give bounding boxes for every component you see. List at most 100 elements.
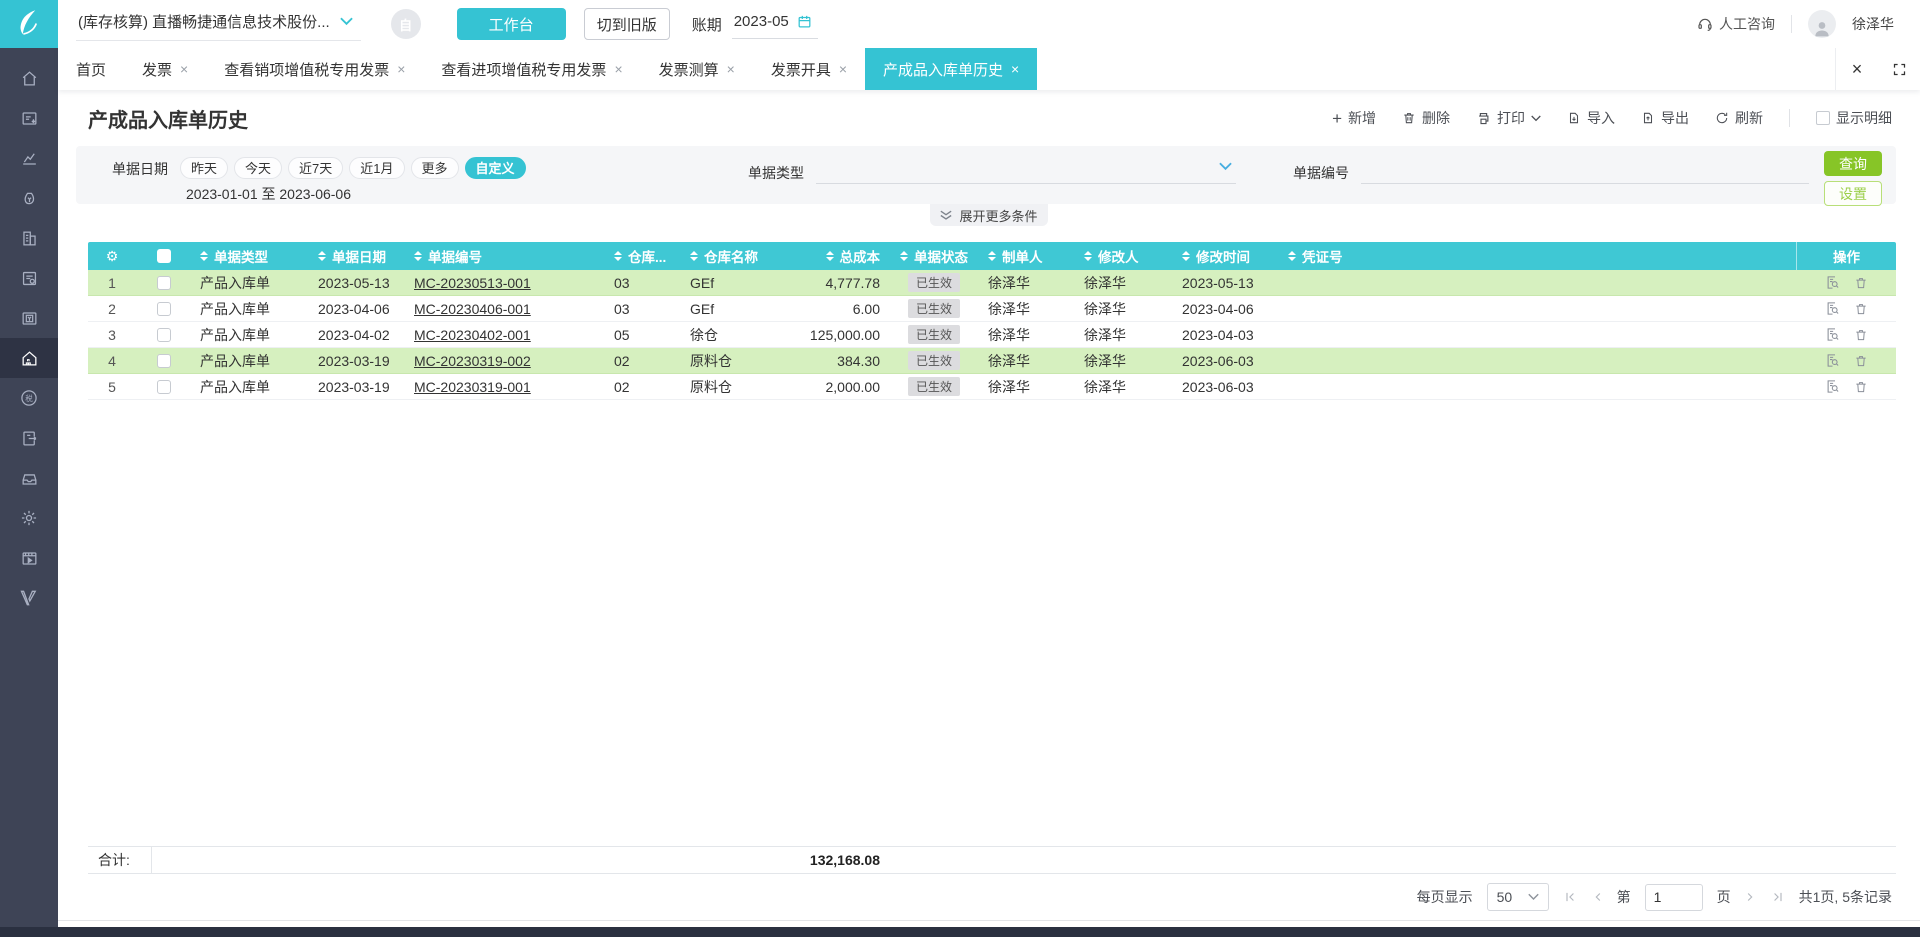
export-button[interactable]: 导出 — [1641, 108, 1689, 128]
col-warehouse-name[interactable]: 仓库名称 — [682, 246, 784, 266]
delete-row-icon[interactable] — [1854, 328, 1868, 342]
company-selector[interactable]: (库存核算) 直播畅捷通信息技术股份... — [76, 7, 361, 41]
page-number-input[interactable] — [1645, 884, 1703, 911]
sort-icon[interactable] — [690, 251, 698, 261]
doc-code-input[interactable] — [1361, 160, 1809, 184]
tab-invoice[interactable]: 发票× — [124, 48, 206, 90]
doc-code-link[interactable]: MC-20230319-002 — [414, 353, 531, 369]
tab-close-icon[interactable]: × — [397, 62, 405, 76]
close-all-tabs-icon[interactable]: × — [1836, 48, 1878, 90]
doc-code-link[interactable]: MC-20230513-001 — [414, 275, 531, 291]
sidebar-item-report[interactable] — [0, 258, 58, 298]
tab-close-icon[interactable]: × — [1011, 62, 1019, 76]
doc-type-select[interactable] — [816, 160, 1236, 184]
period-picker[interactable]: 2023-05 — [732, 9, 818, 39]
last-page-icon[interactable] — [1770, 890, 1785, 904]
workbench-button[interactable]: 工作台 — [457, 8, 566, 40]
sidebar-item-archive[interactable] — [0, 458, 58, 498]
sidebar-item-invoice[interactable] — [0, 98, 58, 138]
delete-row-icon[interactable] — [1854, 380, 1868, 394]
column-settings-gear-icon[interactable]: ⚙ — [106, 248, 119, 265]
view-voucher-icon[interactable] — [1825, 301, 1840, 316]
sort-icon[interactable] — [988, 251, 996, 261]
show-detail-toggle[interactable]: 显示明细 — [1816, 108, 1892, 128]
sidebar-item-cashier[interactable] — [0, 298, 58, 338]
import-button[interactable]: 导入 — [1567, 108, 1615, 128]
quick-1month[interactable]: 近1月 — [349, 157, 404, 179]
sidebar-item-tax[interactable]: 税 — [0, 378, 58, 418]
table-row[interactable]: 2 产品入库单 2023-04-06 MC-20230406-001 03 GE… — [88, 296, 1896, 322]
settings-button[interactable]: 设置 — [1824, 181, 1882, 206]
view-voucher-icon[interactable] — [1825, 353, 1840, 368]
col-status[interactable]: 单据状态 — [888, 246, 980, 266]
expand-more-button[interactable]: 展开更多条件 — [930, 204, 1048, 226]
tab-output-vat[interactable]: 查看销项增值税专用发票× — [206, 48, 423, 90]
add-button[interactable]: +新增 — [1332, 108, 1376, 128]
tab-invoice-calc[interactable]: 发票测算× — [641, 48, 753, 90]
quick-today[interactable]: 今天 — [234, 157, 282, 179]
table-row[interactable]: 5 产品入库单 2023-03-19 MC-20230319-001 02 原料… — [88, 374, 1896, 400]
col-type[interactable]: 单据类型 — [192, 246, 310, 266]
sort-icon[interactable] — [414, 251, 422, 261]
per-page-select[interactable]: 50 — [1487, 883, 1549, 911]
col-cost[interactable]: 总成本 — [784, 246, 888, 266]
tab-close-icon[interactable]: × — [614, 62, 622, 76]
table-row[interactable]: 4 产品入库单 2023-03-19 MC-20230319-002 02 原料… — [88, 348, 1896, 374]
search-button[interactable]: 查询 — [1824, 151, 1882, 176]
doc-code-link[interactable]: MC-20230402-001 — [414, 327, 531, 343]
username[interactable]: 徐泽华 — [1852, 14, 1894, 34]
avatar[interactable] — [1808, 10, 1836, 38]
tab-close-icon[interactable]: × — [180, 62, 188, 76]
sidebar-item-home[interactable] — [0, 58, 58, 98]
show-detail-checkbox[interactable] — [1816, 111, 1830, 125]
view-voucher-icon[interactable] — [1825, 275, 1840, 290]
sort-icon[interactable] — [826, 251, 834, 261]
col-warehouse-code[interactable]: 仓库... — [606, 246, 682, 266]
col-modifier[interactable]: 修改人 — [1076, 246, 1174, 266]
quick-7days[interactable]: 近7天 — [288, 157, 343, 179]
doc-code-link[interactable]: MC-20230319-001 — [414, 379, 531, 395]
quick-more[interactable]: 更多 — [411, 157, 459, 179]
quick-yesterday[interactable]: 昨天 — [180, 157, 228, 179]
refresh-button[interactable]: 刷新 — [1715, 108, 1763, 128]
sort-icon[interactable] — [200, 251, 208, 261]
col-modified-time[interactable]: 修改时间 — [1174, 246, 1280, 266]
delete-button[interactable]: 删除 — [1402, 108, 1450, 128]
prev-page-icon[interactable] — [1592, 890, 1603, 904]
sidebar-item-video[interactable] — [0, 538, 58, 578]
next-page-icon[interactable] — [1745, 890, 1756, 904]
sidebar-item-v-logo[interactable] — [0, 578, 58, 618]
sidebar-item-chart[interactable] — [0, 138, 58, 178]
table-row[interactable]: 3 产品入库单 2023-04-02 MC-20230402-001 05 徐仓… — [88, 322, 1896, 348]
col-date[interactable]: 单据日期 — [310, 246, 406, 266]
tab-input-vat[interactable]: 查看进项增值税专用发票× — [423, 48, 640, 90]
doc-code-link[interactable]: MC-20230406-001 — [414, 301, 531, 317]
sort-icon[interactable] — [1288, 251, 1296, 261]
tab-close-icon[interactable]: × — [839, 62, 847, 76]
memo-badge-icon[interactable]: 自 — [391, 9, 421, 39]
sort-icon[interactable] — [1084, 251, 1092, 261]
fullscreen-icon[interactable] — [1878, 48, 1920, 90]
sort-icon[interactable] — [614, 251, 622, 261]
select-all-checkbox[interactable] — [157, 249, 171, 263]
sidebar-item-warehouse[interactable] — [0, 338, 58, 378]
sidebar-item-money-bag[interactable] — [0, 178, 58, 218]
row-checkbox[interactable] — [157, 302, 171, 316]
col-creator[interactable]: 制单人 — [980, 246, 1076, 266]
date-range-value[interactable]: 2023-01-01 至 2023-06-06 — [186, 184, 1896, 204]
sidebar-item-company[interactable] — [0, 218, 58, 258]
row-checkbox[interactable] — [157, 380, 171, 394]
delete-row-icon[interactable] — [1854, 354, 1868, 368]
delete-row-icon[interactable] — [1854, 276, 1868, 290]
col-code[interactable]: 单据编号 — [406, 246, 606, 266]
switch-old-version-button[interactable]: 切到旧版 — [584, 8, 670, 40]
sort-icon[interactable] — [318, 251, 326, 261]
view-voucher-icon[interactable] — [1825, 379, 1840, 394]
view-voucher-icon[interactable] — [1825, 327, 1840, 342]
delete-row-icon[interactable] — [1854, 302, 1868, 316]
print-button[interactable]: 打印 — [1476, 108, 1541, 128]
quick-custom[interactable]: 自定义 — [465, 157, 526, 179]
sidebar-item-settings[interactable] — [0, 498, 58, 538]
support-link[interactable]: 人工咨询 — [1697, 14, 1775, 34]
row-checkbox[interactable] — [157, 354, 171, 368]
